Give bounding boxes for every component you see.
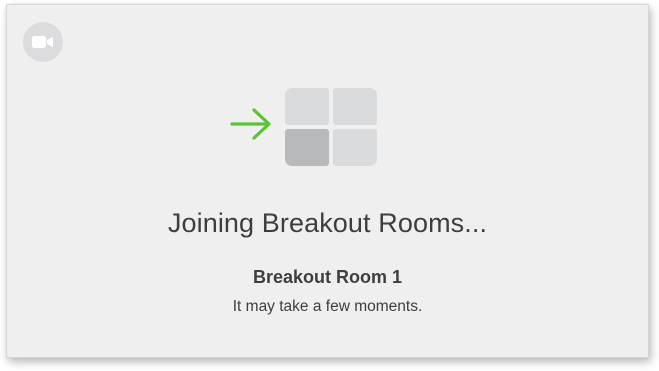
video-camera-icon (32, 36, 53, 48)
room-tile (333, 88, 377, 125)
breakout-room-name: Breakout Room 1 (252, 267, 403, 287)
joining-breakout-rooms-dialog: Joining Breakout Rooms... Breakout Room … (6, 4, 649, 358)
room-tile (285, 88, 329, 125)
status-message: It may take a few moments. (232, 298, 423, 315)
room-tile-active (285, 129, 329, 166)
video-camera-button[interactable] (23, 22, 63, 62)
dialog-title: Joining Breakout Rooms... (167, 208, 488, 238)
room-tile (333, 129, 377, 166)
breakout-illustration (227, 86, 379, 166)
breakout-rooms-grid-icon (285, 88, 379, 166)
arrow-right-icon (230, 108, 271, 140)
